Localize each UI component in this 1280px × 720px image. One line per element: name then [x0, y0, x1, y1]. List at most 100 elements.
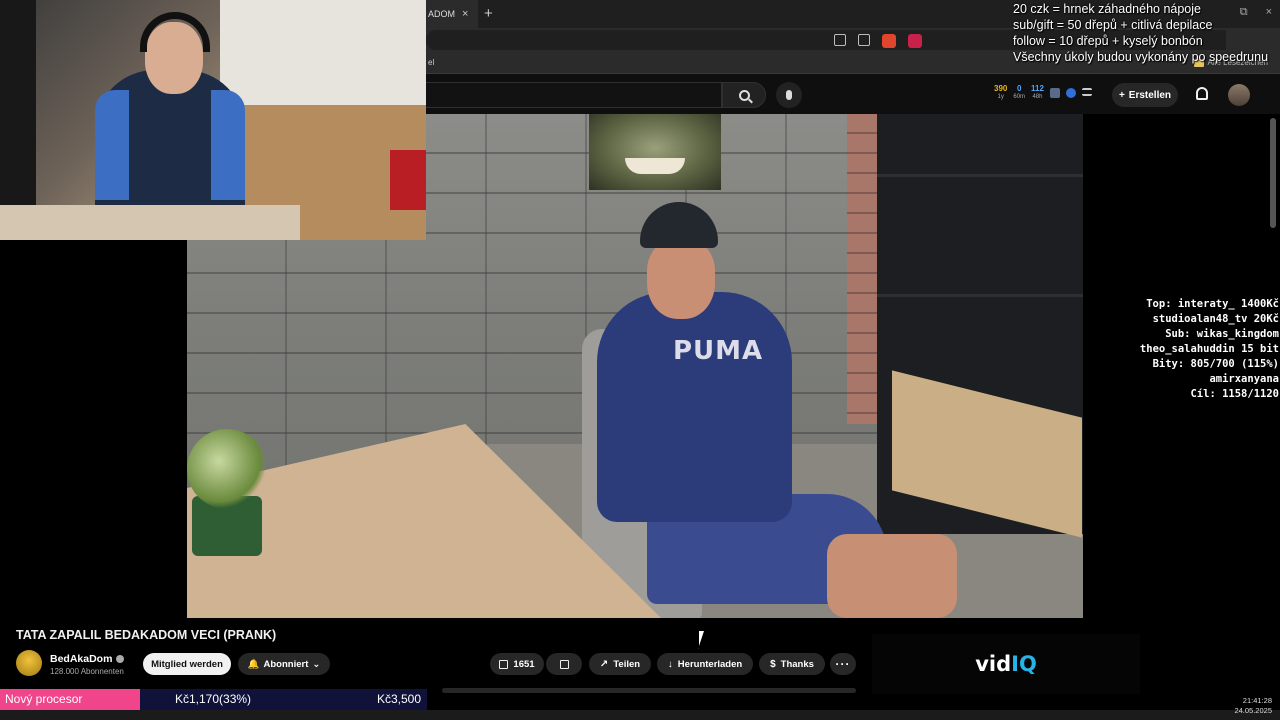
create-label: Erstellen: [1128, 89, 1172, 101]
download-button[interactable]: ↓ Herunterladen: [657, 653, 753, 675]
search-input[interactable]: [426, 82, 722, 108]
tab-close-icon[interactable]: ×: [462, 8, 468, 20]
os-taskbar: [0, 710, 1280, 720]
stat-value: 112: [1031, 84, 1044, 93]
donation-current: Kč1,170(33%): [175, 692, 252, 706]
brave-shield-icon[interactable]: [882, 34, 896, 48]
loading-strip: [442, 688, 856, 693]
vidiq-stats[interactable]: 390 1y 0 60m 112 48h: [994, 84, 1092, 102]
overlay-line: studioalan48_tv 20Kč: [1152, 313, 1279, 325]
bookmark-item[interactable]: el: [428, 58, 434, 67]
video-title: TATA ZAPALIL BEDAKADOM VECI (PRANK): [16, 628, 277, 642]
stream-rules-overlay: 20 czk = hrnek záhadného nápoje sub/gift…: [1013, 1, 1268, 65]
webcam-sleeve: [211, 90, 245, 200]
overlay-line: amirxanyana: [1209, 373, 1279, 385]
subscriber-count: 128.000 Abonnenten: [50, 667, 124, 676]
download-icon: ↓: [667, 658, 673, 670]
overlay-line: theo_salahuddin 15 bit: [1139, 343, 1279, 355]
create-button[interactable]: + Erstellen: [1112, 83, 1178, 107]
webcam-sleeve: [95, 90, 129, 200]
door-line: [877, 174, 1083, 177]
logo-part: vid: [975, 652, 1012, 676]
thumbs-down-icon: [559, 659, 569, 669]
stat-label: 1y: [997, 94, 1004, 100]
thanks-icon: $: [770, 658, 776, 670]
thanks-button[interactable]: $ Thanks: [759, 653, 825, 675]
subscribed-label: Abonniert: [263, 658, 309, 670]
join-button[interactable]: Mitglied werden: [143, 653, 231, 675]
vidiq-logo: vidIQ: [975, 652, 1037, 676]
stream-stats-overlay: Top: interaty_ 1400Kč studioalan48_tv 20…: [1140, 297, 1279, 402]
extension-icon[interactable]: [1065, 88, 1076, 98]
verified-icon: [116, 655, 125, 663]
overlay-line: sub/gift = 50 dřepů + citlivá depilace: [1013, 18, 1213, 32]
chart-icon[interactable]: [1049, 88, 1060, 98]
video-frame-person: [597, 292, 792, 522]
rewards-icon[interactable]: [908, 34, 922, 48]
video-frame-plant: [187, 429, 267, 509]
donation-target: Kč3,500: [376, 692, 421, 706]
browser-tab[interactable]: ADOM ×: [426, 0, 478, 28]
overlay-line: Cíl: 1158/1120: [1190, 388, 1279, 400]
goblin-overlay-image: [589, 114, 721, 190]
video-frame-head: [647, 239, 715, 319]
door-line: [877, 294, 1083, 297]
page-scrollbar[interactable]: [1270, 118, 1276, 228]
video-frame-legs: [827, 534, 957, 618]
search-icon: [738, 89, 750, 101]
share-label: Teilen: [613, 658, 641, 670]
webcam-desk: [0, 205, 300, 240]
new-tab-icon[interactable]: +: [484, 5, 493, 22]
cast-icon[interactable]: [834, 34, 846, 46]
stat-48h: 112 48h: [1031, 84, 1044, 102]
search-button[interactable]: [722, 82, 766, 108]
vidiq-panel[interactable]: vidIQ: [872, 634, 1140, 694]
more-icon: ···: [835, 657, 851, 671]
overlay-line: Top: interaty_ 1400Kč: [1146, 298, 1279, 310]
overlay-line: Bity: 805/700 (115%): [1152, 358, 1279, 370]
account-avatar[interactable]: [1228, 84, 1250, 106]
microphone-icon: [786, 90, 792, 100]
share-button[interactable]: ↗ Teilen: [589, 653, 651, 675]
thanks-label: Thanks: [780, 658, 814, 670]
thumbs-up-icon: [499, 659, 509, 669]
notifications-bell-icon[interactable]: [1196, 87, 1208, 100]
channel-name-label: BedAkaDom: [50, 653, 113, 665]
chevron-down-icon: ⌄: [312, 658, 321, 670]
share-icon[interactable]: [858, 34, 870, 46]
stat-value: 390: [994, 84, 1008, 93]
mouse-cursor: [697, 630, 704, 649]
overlay-line: 20 czk = hrnek záhadného nápoje: [1013, 2, 1201, 16]
webcam-overlay: [0, 0, 426, 240]
donation-goal-bar: Nový procesor Kč1,170(33%) Kč3,500: [0, 689, 427, 710]
menu-icon[interactable]: [1081, 88, 1092, 96]
clock-time: 21:41:28: [1242, 696, 1272, 705]
overlay-line: follow = 10 dřepů + kyselý bonbón: [1013, 34, 1203, 48]
stat-label: 48h: [1032, 94, 1043, 100]
youtube-header: 390 1y 0 60m 112 48h + Erstellen: [426, 74, 1280, 114]
logo-part: IQ: [1011, 652, 1037, 676]
like-count: 1651: [513, 658, 535, 670]
like-button[interactable]: 1651: [490, 653, 544, 675]
channel-avatar[interactable]: [16, 650, 42, 676]
clock-date: 24.05.2025: [1234, 706, 1272, 715]
webcam-headset: [140, 12, 210, 52]
bell-icon: 🔔: [247, 658, 260, 670]
channel-name[interactable]: BedAkaDom: [50, 653, 125, 665]
tab-label: ADOM: [428, 9, 455, 19]
address-bar-icons: [834, 34, 922, 48]
system-clock: 21:41:28 24.05.2025: [1234, 696, 1272, 716]
goblin-smile: [625, 158, 685, 174]
stat-value: 0: [1016, 84, 1022, 93]
donation-goal-label: Nový procesor: [0, 689, 140, 710]
subscribed-button[interactable]: 🔔 Abonniert ⌄: [238, 653, 330, 675]
overlay-line: Všechny úkoly budou vykonány po speedrun…: [1013, 50, 1269, 64]
plus-icon: +: [1118, 89, 1125, 101]
more-actions-button[interactable]: ···: [830, 653, 856, 675]
stat-1y: 390 1y: [994, 84, 1007, 102]
webcam-wall: [220, 0, 426, 110]
overlay-line: Sub: wikas_kingdom: [1165, 328, 1279, 340]
voice-search-button[interactable]: [776, 82, 802, 108]
dislike-button[interactable]: [546, 653, 582, 675]
stat-60m: 0 60m: [1013, 84, 1025, 102]
